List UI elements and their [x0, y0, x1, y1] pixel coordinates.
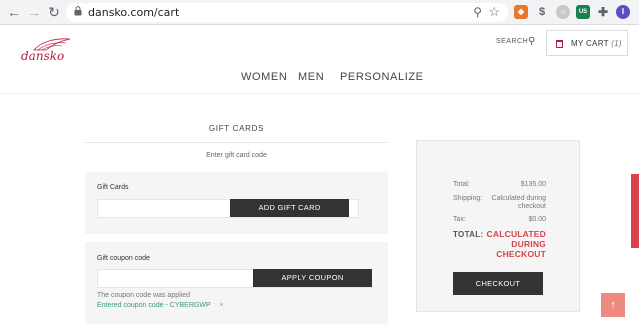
back-arrow-icon[interactable]: ← — [6, 4, 22, 20]
my-cart-button[interactable]: MY CART (1) — [546, 30, 628, 56]
divider — [85, 142, 388, 143]
subtotal-label: Total: — [453, 181, 470, 188]
coupon-applied-message: The coupon code was applied — [97, 292, 191, 299]
svg-text:dansko: dansko — [21, 49, 64, 63]
entered-coupon-code: Entered coupon code - CYBERGWP × — [97, 302, 224, 309]
order-summary: Total: $135.00 Shipping: Calculated duri… — [416, 140, 580, 312]
logo-wings-icon: dansko — [21, 38, 71, 63]
shipping-label: Shipping: — [453, 195, 483, 202]
dansko-logo[interactable]: dansko — [20, 36, 72, 73]
entered-coupon-text: Entered coupon code - CYBERGWP — [97, 302, 211, 309]
url-text: dansko.com/cart — [88, 6, 180, 19]
grand-total-line2: DURING — [511, 239, 546, 249]
coupon-panel: Gift coupon code APPLY COUPON The coupon… — [85, 242, 388, 324]
checkout-button[interactable]: CHECKOUT — [453, 272, 543, 295]
search-icon[interactable]: ⚲ — [528, 36, 535, 47]
shopping-bag-icon — [556, 40, 563, 48]
bookmark-star-icon[interactable]: ☆ — [488, 4, 500, 20]
gift-cards-title: GIFT CARDS — [208, 124, 265, 133]
gift-card-panel: Gift Cards ADD GIFT CARD — [85, 172, 388, 234]
ext-badge-icon[interactable]: ◆ — [514, 5, 528, 19]
search-label[interactable]: SEARCH — [496, 38, 528, 45]
grand-total-label: TOTAL: — [453, 230, 484, 239]
browser-toolbar: ← → ↻ dansko.com/cart ⚲ ☆ ◆ $ ○ US ✚ I — [0, 0, 639, 25]
remove-coupon-icon[interactable]: × — [219, 302, 223, 309]
ext-us-icon[interactable]: US — [576, 5, 590, 19]
gift-card-label: Gift Cards — [97, 184, 129, 191]
grand-total-line3: CHECKOUT — [496, 249, 546, 259]
address-bar[interactable]: dansko.com/cart ⚲ ☆ — [66, 3, 508, 22]
subtotal-value: $135.00 — [520, 181, 546, 188]
ext-circle-icon[interactable]: ○ — [556, 5, 570, 19]
puzzle-icon[interactable]: ✚ — [596, 5, 610, 19]
scroll-to-top-button[interactable]: ↑ — [601, 293, 625, 317]
reload-icon[interactable]: ↻ — [46, 4, 62, 20]
grand-total-line1: CALCULATED — [486, 229, 546, 239]
shipping-value-line2: checkout — [517, 203, 546, 210]
ext-dollar-icon[interactable]: $ — [535, 5, 549, 19]
profile-initial: I — [621, 7, 625, 16]
shipping-value-line1: Calculated during — [491, 195, 546, 202]
add-gift-card-button[interactable]: ADD GIFT CARD — [230, 199, 349, 217]
nav-personalize[interactable]: PERSONALIZE — [340, 71, 424, 83]
profile-avatar[interactable]: I — [616, 5, 630, 19]
gift-cards-subtitle: Enter gift card code — [206, 152, 267, 159]
tax-value: $0.00 — [528, 216, 546, 223]
forward-arrow-icon[interactable]: → — [26, 4, 42, 20]
cart-count: (1) — [611, 39, 622, 48]
site-header: dansko SEARCH ⚲ MY CART (1) WOMEN MEN PE… — [0, 26, 639, 94]
cart-label: MY CART — [571, 39, 609, 48]
lock-icon — [74, 6, 82, 16]
apply-coupon-button[interactable]: APPLY COUPON — [253, 269, 372, 287]
coupon-label: Gift coupon code — [97, 255, 150, 262]
zoom-icon[interactable]: ⚲ — [473, 5, 482, 19]
tax-label: Tax: — [453, 216, 466, 223]
arrow-up-icon: ↑ — [610, 299, 616, 311]
side-feedback-tab[interactable] — [631, 174, 639, 248]
nav-women[interactable]: WOMEN — [241, 71, 287, 83]
nav-men[interactable]: MEN — [298, 71, 324, 83]
